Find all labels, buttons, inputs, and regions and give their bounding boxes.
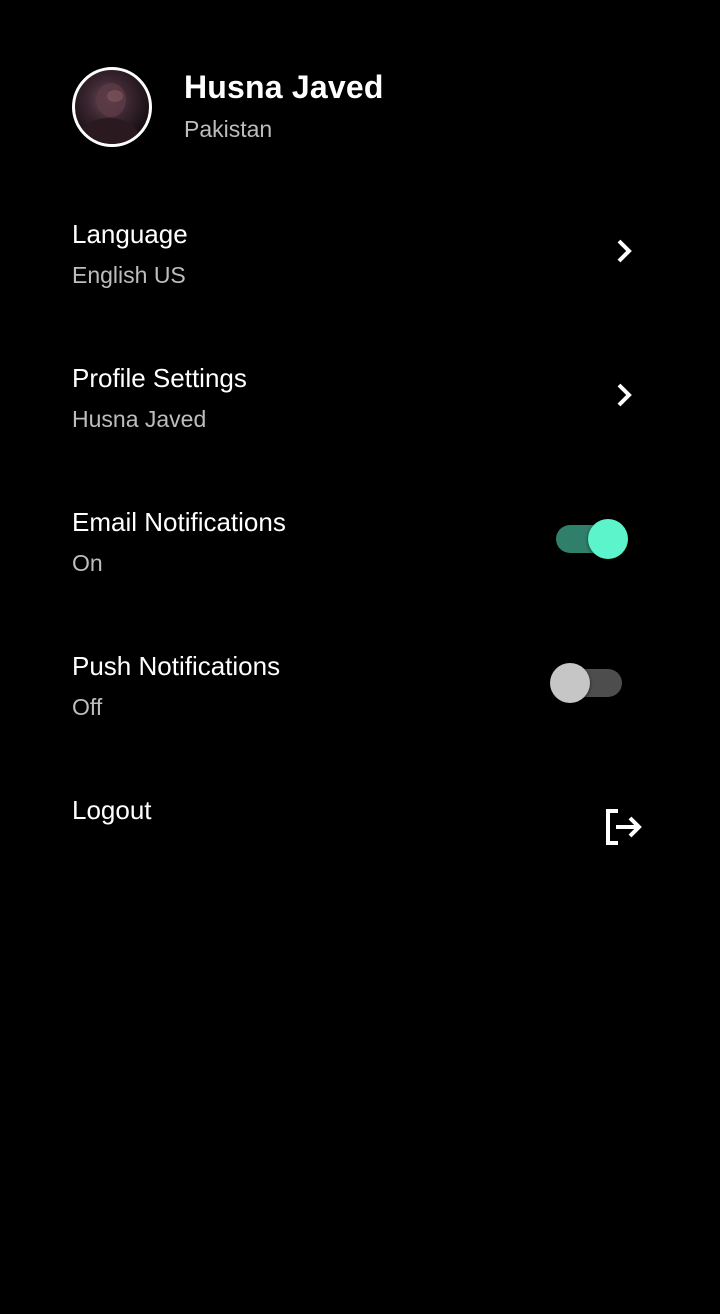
logout-icon[interactable] [604,807,644,849]
avatar-photo-icon [79,83,139,144]
toggle-thumb[interactable] [550,663,590,703]
logout-row[interactable]: Logout [72,795,652,885]
profile-settings-setting[interactable]: Profile Settings Husna Javed [72,363,652,453]
email-notifications-toggle[interactable] [550,517,630,561]
avatar[interactable] [72,67,152,147]
language-value: English US [72,262,186,288]
language-title: Language [72,219,188,249]
profile-settings-value: Husna Javed [72,406,207,432]
logout-label: Logout [72,795,152,825]
profile-name: Husna Javed [184,69,384,105]
profile-country: Pakistan [184,116,273,142]
chevron-right-icon[interactable] [610,235,638,267]
push-notifications-toggle[interactable] [550,661,630,705]
language-setting[interactable]: Language English US [72,219,652,309]
toggle-thumb[interactable] [588,519,628,559]
profile-header: Husna Javed Pakistan [72,67,652,147]
email-notifications-setting: Email Notifications On [72,507,652,597]
profile-settings-title: Profile Settings [72,363,247,393]
push-notifications-title: Push Notifications [72,651,281,681]
push-notifications-setting: Push Notifications Off [72,651,652,741]
email-notifications-title: Email Notifications [72,507,286,537]
chevron-right-icon[interactable] [610,379,638,411]
push-notifications-value: Off [72,694,103,720]
email-notifications-value: On [72,550,103,576]
